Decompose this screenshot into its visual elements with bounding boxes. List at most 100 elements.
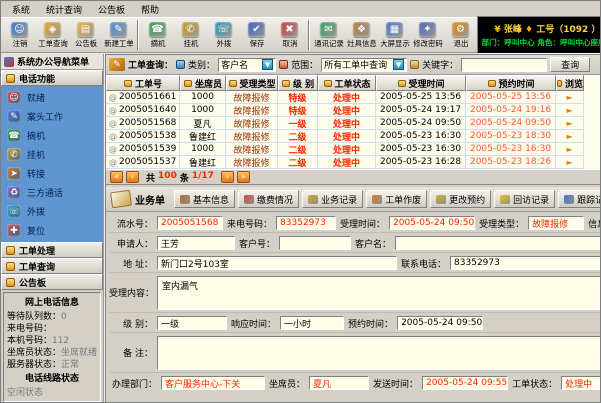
status-label: 工单状态： (512, 377, 557, 390)
menu-system[interactable]: 系统 (5, 1, 37, 18)
sidebar-section-order-process[interactable]: 工单处理 (1, 242, 103, 258)
agent-field[interactable]: 夏凡 (309, 376, 369, 390)
customer-name-field[interactable] (395, 236, 601, 250)
phone-function-item[interactable]: ☺ 就绪 (1, 88, 103, 107)
folder-icon (6, 262, 15, 271)
status-field[interactable]: 处理中 (561, 376, 601, 390)
sidebar-section-order-query[interactable]: 工单查询 (1, 258, 103, 274)
toolbar-button[interactable]: ❖ 灶具信息 (345, 18, 378, 52)
toolbar-button[interactable]: ◈ 工单查询 (36, 18, 69, 52)
first-page-button[interactable]: « (110, 171, 123, 183)
toolbar-button[interactable]: ✆ 挂机 (174, 18, 207, 52)
detail-tab-button[interactable]: 缴费情况 (238, 190, 299, 208)
last-page-button[interactable]: » (237, 171, 250, 183)
header-icon (124, 80, 132, 87)
applicant-field[interactable]: 王芳 (157, 236, 235, 250)
table-header-cell[interactable]: 工单号 (106, 75, 180, 91)
level-field[interactable]: 一级 (157, 316, 227, 330)
browse-icon[interactable]: ► (566, 132, 572, 141)
search-button[interactable]: 查询 (550, 57, 590, 72)
table-row[interactable]: @2005051661 1000 故障报修 特级 处理中 2005-05-25 … (106, 91, 601, 104)
table-row[interactable]: @2005051539 1000 故障报修 二级 处理中 2005-05-23 … (106, 143, 601, 156)
detail-tab-button[interactable]: 更改预约 (430, 190, 491, 208)
content-textarea[interactable]: 室内漏气 ▲▼ (157, 276, 601, 310)
change-password-icon: ✦ (419, 22, 436, 37)
scope-select[interactable]: 所有工单中查询 ▼ (321, 58, 407, 72)
toolbar-button[interactable]: ✦ 修改密码 (411, 18, 444, 52)
keyword-input[interactable] (461, 58, 547, 72)
toolbar-button[interactable]: ☺ 注销 (3, 18, 36, 52)
menu-stats-query[interactable]: 统计查询 (39, 1, 89, 18)
accept-type-field[interactable]: 故障报修 (528, 216, 584, 230)
ready-icon: ☺ (7, 91, 21, 104)
contact-field[interactable]: 83352973 (450, 256, 601, 270)
table-header-cell[interactable]: 浏览 (556, 75, 584, 91)
serial-field[interactable]: 2005051568 (157, 216, 223, 230)
table-row[interactable]: @2005051537 鲁建红 故障报修 二级 处理中 2005-05-23 1… (106, 156, 601, 169)
phone-function-item[interactable]: ✆ 挂机 (1, 145, 103, 164)
accept-time-field[interactable]: 2005-05-24 09:50 (389, 216, 475, 230)
accept-time-label: 受理时间： (340, 217, 385, 230)
prev-page-button[interactable]: ‹ (126, 171, 139, 183)
browse-icon[interactable]: ► (566, 93, 572, 102)
toolbar-button[interactable]: ⚙ 退出 (444, 18, 477, 52)
table-header-cell[interactable]: 级 别 (278, 75, 318, 91)
coin-icon: ¥ (494, 25, 500, 35)
remark-textarea[interactable]: ▲▼ (157, 336, 601, 370)
detail-tab-button[interactable]: 工单作废 (366, 190, 427, 208)
browse-icon[interactable]: ► (566, 119, 572, 128)
table-header-cell[interactable]: 受理类型 (226, 75, 278, 91)
menu-help[interactable]: 帮助 (134, 1, 166, 18)
caller-field[interactable]: 83352973 (276, 216, 336, 230)
dept-field[interactable]: 客户服务中心-下关 (161, 376, 265, 390)
detail-tab-button[interactable]: 回访记录 (494, 190, 555, 208)
table-row[interactable]: @2005051640 1000 故障报修 特级 处理中 2005-05-24 … (106, 104, 601, 117)
table-row[interactable]: @2005051568 夏凡 故障报修 一级 处理中 2005-05-24 09… (106, 117, 601, 130)
table-header-cell[interactable]: 坐席员 (180, 75, 226, 91)
detail-tab-button[interactable]: 基本信息 (174, 190, 235, 208)
address-field[interactable]: 新门口2号103室 (157, 256, 397, 270)
phone-function-item[interactable]: ➤ 转接 (1, 164, 103, 183)
phone-function-item[interactable]: ☎ 摘机 (1, 126, 103, 145)
table-header-cell[interactable]: 受理时间 (376, 75, 466, 91)
phone-function-item[interactable]: ☏ 外拨 (1, 202, 103, 221)
customer-no-field[interactable] (279, 236, 351, 250)
browse-icon[interactable]: ► (566, 145, 572, 154)
toolbar-button[interactable]: ▤ 公告板 (69, 18, 102, 52)
menu-bulletin[interactable]: 公告板 (91, 1, 132, 18)
line-status-value: 空闲状态 (7, 387, 43, 399)
appoint-field[interactable]: 2005-05-24 09:50 (397, 316, 483, 330)
send-time-field[interactable]: 2005-05-24 09:55 (422, 376, 508, 390)
category-select[interactable]: 客户名 ▼ (218, 58, 276, 72)
contact-label: 联系电话： (401, 257, 446, 270)
toolbar-button[interactable]: ✉ 通讯记录 (312, 18, 345, 52)
phone-function-item[interactable]: ♻ 三方通话 (1, 183, 103, 202)
table-row[interactable]: @2005051538 鲁建红 故障报修 二级 处理中 2005-05-23 1… (106, 130, 601, 143)
chevron-down-icon[interactable]: ▼ (393, 59, 404, 70)
browse-icon[interactable]: ► (566, 158, 572, 167)
toolbar-button[interactable]: ✖ 取消 (273, 18, 306, 52)
toolbar-button[interactable]: ✔ 保存 (240, 18, 273, 52)
toolbar-button[interactable]: ▦ 大屏显示 (378, 18, 411, 52)
toolbar-separator (137, 20, 139, 50)
response-field[interactable]: 一小时 (280, 316, 344, 330)
detail-tab-button[interactable]: 跟踪记录 (558, 190, 601, 208)
phone-function-item[interactable]: ✚ 复位 (1, 221, 103, 240)
toolbar-button[interactable]: ☎ 摘机 (141, 18, 174, 52)
toolbar-buttons: ☺ 注销 ◈ 工单查询 ▤ 公告板 ✎ 新建工单 (3, 18, 477, 52)
nav-title-icon (4, 57, 14, 67)
sidebar-section-phone[interactable]: 电话功能 (1, 70, 103, 86)
table-header-cell[interactable]: 工单状态 (318, 75, 376, 91)
chevron-down-icon[interactable]: ▼ (262, 59, 273, 70)
browse-icon[interactable]: ► (566, 106, 572, 115)
phone-function-item[interactable]: ✎ 案头工作 (1, 107, 103, 126)
table-header-cell[interactable]: 预约时间 (466, 75, 556, 91)
detail-tab-button[interactable]: 业务记录 (302, 190, 363, 208)
toolbar-button[interactable]: ✎ 新建工单 (102, 18, 135, 52)
query-title: 工单查询： (128, 58, 173, 71)
app-window: 系统 统计查询 公告板 帮助 ☺ 注销 ◈ 工单查询 ▤ 公告板 (0, 0, 601, 403)
folder-icon (6, 278, 15, 287)
next-page-button[interactable]: › (221, 171, 234, 183)
sidebar-section-bulletin[interactable]: 公告板 (1, 274, 103, 290)
toolbar-button[interactable]: ☏ 外拨 (207, 18, 240, 52)
